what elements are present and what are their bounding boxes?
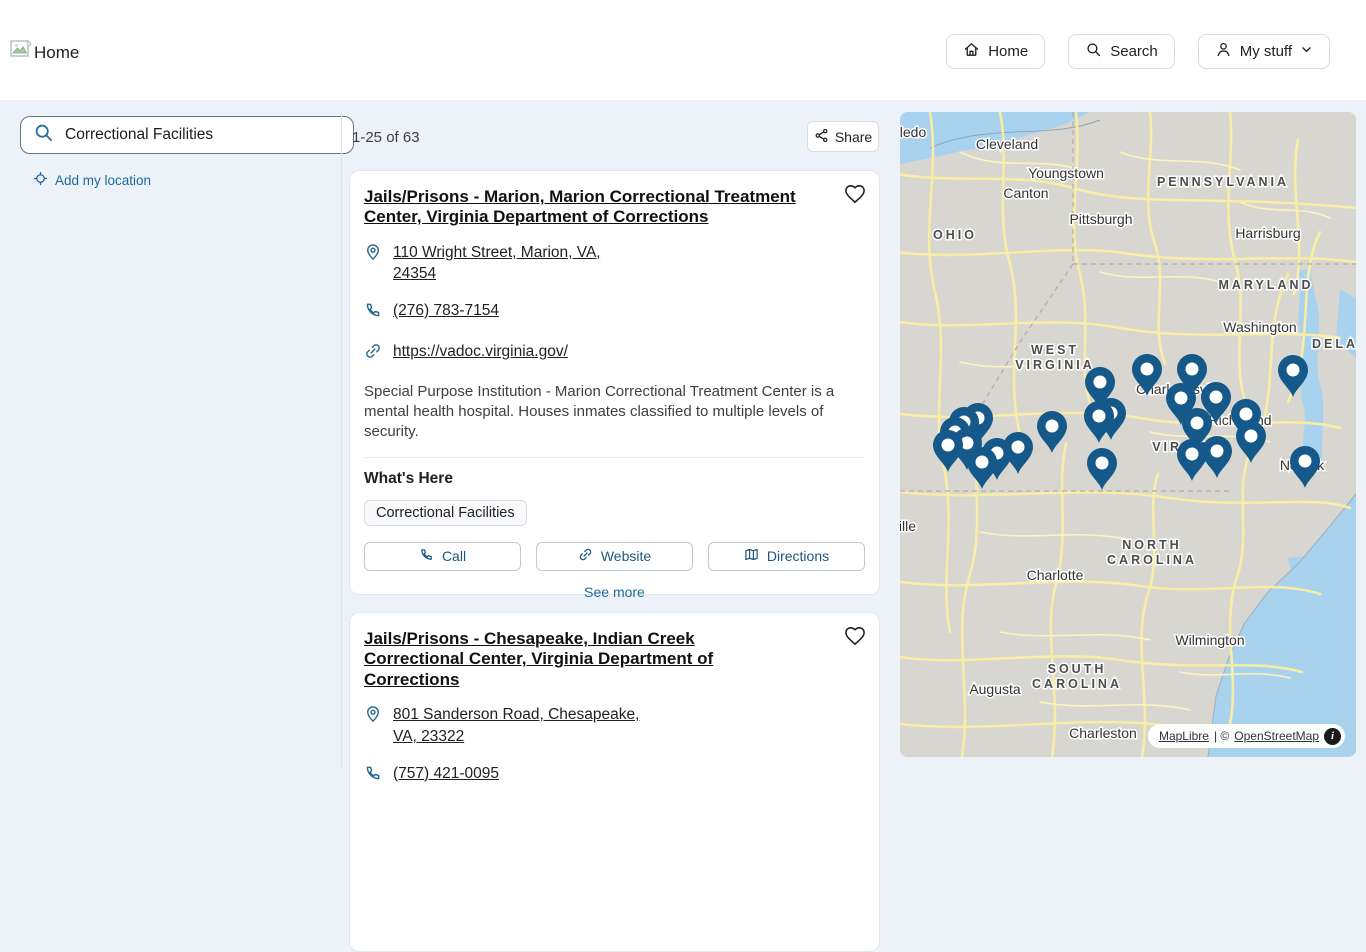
folded-map-icon bbox=[744, 547, 759, 565]
result-card: Jails/Prisons - Chesapeake, Indian Creek… bbox=[349, 612, 880, 952]
address-link[interactable]: 801 Sanderson Road, Chesapeake,VA, 23322 bbox=[393, 704, 639, 747]
whats-here-heading: What's Here bbox=[364, 470, 865, 488]
crosshair-location-icon bbox=[33, 171, 48, 189]
map-city-label: Charlotte bbox=[1027, 567, 1084, 583]
search-input[interactable] bbox=[63, 125, 341, 145]
map-state-label: WEST bbox=[1031, 343, 1079, 357]
map-city-label: Pittsburgh bbox=[1069, 211, 1132, 227]
category-chip: Correctional Facilities bbox=[364, 500, 527, 526]
home-logo-alt-text: Home bbox=[34, 43, 79, 63]
map-city-label: Youngstown bbox=[1028, 165, 1104, 181]
phone-icon bbox=[364, 301, 382, 326]
map-city-label: Augusta bbox=[969, 681, 1021, 697]
result-title-link[interactable]: Jails/Prisons - Chesapeake, Indian Creek… bbox=[364, 629, 762, 690]
map-state-label: PENNSYLVANIA bbox=[1157, 175, 1289, 189]
app-header: Home Home Search My st bbox=[0, 0, 1366, 100]
map-city-label: Cleveland bbox=[976, 136, 1038, 152]
info-icon[interactable]: i bbox=[1324, 728, 1341, 745]
map-state-label: CAROLINA bbox=[1032, 677, 1122, 691]
map-city-label: oledo bbox=[900, 124, 926, 140]
website-button-label: Website bbox=[601, 548, 651, 564]
map-state-label: VIRGINIA bbox=[1015, 358, 1095, 372]
call-button[interactable]: Call bbox=[364, 542, 521, 571]
search-box bbox=[20, 116, 354, 154]
favorite-heart-icon[interactable] bbox=[844, 626, 866, 651]
result-card: Jails/Prisons - Marion, Marion Correctio… bbox=[349, 170, 880, 595]
maplibre-link[interactable]: MapLibre bbox=[1159, 729, 1209, 743]
my-stuff-button[interactable]: My stuff bbox=[1198, 34, 1330, 69]
openstreetmap-link[interactable]: OpenStreetMap bbox=[1234, 729, 1319, 743]
search-icon bbox=[1085, 41, 1102, 62]
phone-icon bbox=[364, 764, 382, 789]
card-divider bbox=[364, 457, 865, 458]
see-more-link[interactable]: See more bbox=[364, 584, 865, 600]
map-city-label: Washington bbox=[1223, 319, 1296, 335]
directions-button-label: Directions bbox=[767, 548, 829, 564]
map-state-label: OHIO bbox=[933, 228, 977, 242]
map-attribution: MapLibre | © OpenStreetMap i bbox=[1148, 724, 1345, 748]
broken-image-icon bbox=[10, 40, 32, 65]
call-button-label: Call bbox=[442, 548, 466, 564]
website-button[interactable]: Website bbox=[536, 542, 693, 571]
share-icon bbox=[814, 128, 829, 146]
phone-row: (757) 421-0095 bbox=[364, 763, 865, 789]
map-city-label: Harrisburg bbox=[1235, 225, 1300, 241]
result-count: 1-25 of 63 bbox=[352, 129, 420, 146]
add-my-location-label: Add my location bbox=[55, 173, 151, 188]
home-logo-link[interactable]: Home bbox=[10, 40, 79, 65]
share-button-label: Share bbox=[835, 129, 872, 145]
address-row: 110 Wright Street, Marion, VA,24354 bbox=[364, 242, 865, 285]
result-description: Special Purpose Institution - Marion Cor… bbox=[364, 382, 864, 443]
result-title-link[interactable]: Jails/Prisons - Marion, Marion Correctio… bbox=[364, 187, 842, 228]
website-link[interactable]: https://vadoc.virginia.gov/ bbox=[393, 341, 568, 367]
website-row: https://vadoc.virginia.gov/ bbox=[364, 341, 865, 367]
map-city-label: ville bbox=[900, 518, 916, 534]
phone-link[interactable]: (757) 421-0095 bbox=[393, 763, 499, 789]
map-state-label: DELAWARE bbox=[1312, 337, 1356, 351]
my-stuff-button-label: My stuff bbox=[1240, 43, 1292, 60]
add-my-location-link[interactable]: Add my location bbox=[33, 171, 151, 189]
link-icon bbox=[364, 342, 382, 367]
home-icon bbox=[963, 41, 980, 62]
map-pin-icon bbox=[364, 243, 382, 285]
map-city-label: Charleston bbox=[1069, 725, 1137, 741]
directions-button[interactable]: Directions bbox=[708, 542, 865, 571]
map-city-label: Wilmington bbox=[1175, 632, 1244, 648]
phone-icon bbox=[419, 547, 434, 565]
map-state-label: NORTH bbox=[1122, 538, 1181, 552]
map-canvas[interactable]: OHIO PENNSYLVANIA MARYLAND DELAWARE WESTVIRG… bbox=[900, 112, 1356, 757]
map-state-label: CAROLINA bbox=[1107, 553, 1197, 567]
action-buttons: Call Website Directions bbox=[364, 542, 865, 571]
search-icon bbox=[33, 122, 54, 148]
phone-row: (276) 783-7154 bbox=[364, 300, 865, 326]
map-state-label: SOUTH bbox=[1048, 662, 1107, 676]
home-button-label: Home bbox=[988, 43, 1028, 60]
column-divider bbox=[341, 112, 342, 768]
search-button-label: Search bbox=[1110, 43, 1158, 60]
map-state-label: MARYLAND bbox=[1218, 278, 1313, 292]
header-nav: Home Search My stuff bbox=[946, 34, 1330, 69]
link-icon bbox=[578, 547, 593, 565]
address-row: 801 Sanderson Road, Chesapeake,VA, 23322 bbox=[364, 704, 865, 747]
person-icon bbox=[1215, 41, 1232, 62]
map-pin-icon bbox=[364, 705, 382, 747]
chevron-down-icon bbox=[1300, 43, 1313, 60]
map-city-label: Canton bbox=[1003, 185, 1048, 201]
favorite-heart-icon[interactable] bbox=[844, 184, 866, 209]
share-button[interactable]: Share bbox=[807, 121, 879, 152]
phone-link[interactable]: (276) 783-7154 bbox=[393, 300, 499, 326]
search-nav-button[interactable]: Search bbox=[1068, 34, 1175, 69]
address-link[interactable]: 110 Wright Street, Marion, VA,24354 bbox=[393, 242, 601, 285]
attribution-separator: | © bbox=[1214, 729, 1229, 743]
home-button[interactable]: Home bbox=[946, 34, 1045, 69]
